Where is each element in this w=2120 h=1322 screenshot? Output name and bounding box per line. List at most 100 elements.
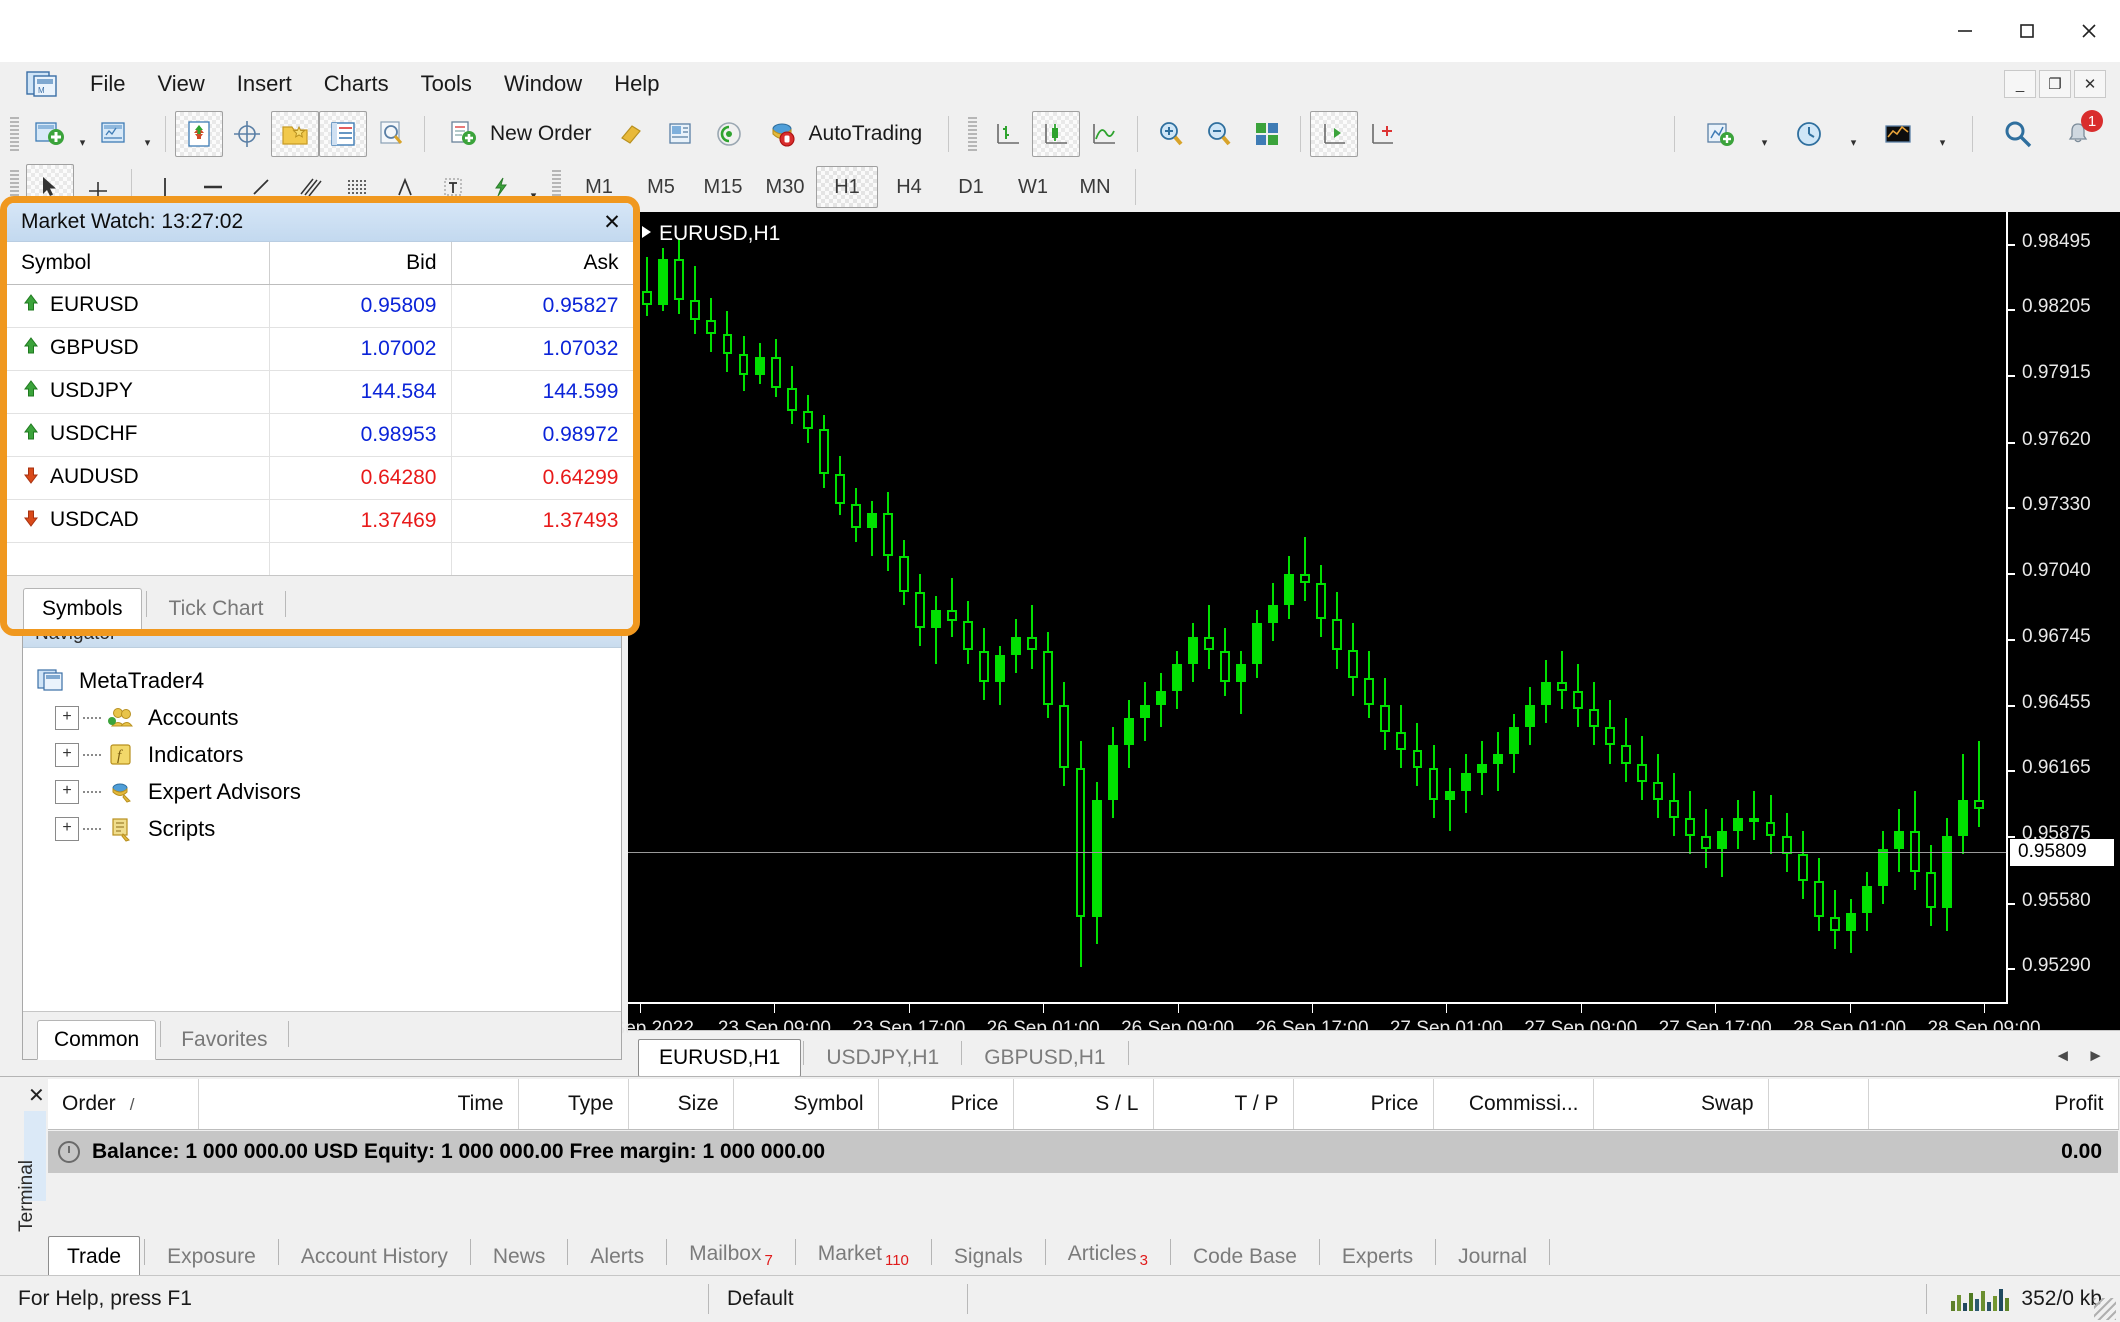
terminal-column-header[interactable]: Symbol bbox=[733, 1079, 878, 1130]
terminal-tab-code-base[interactable]: Code Base bbox=[1175, 1237, 1315, 1277]
terminal-column-header[interactable]: Time bbox=[198, 1079, 518, 1130]
symbol-cell[interactable]: USDJPY bbox=[7, 371, 269, 414]
terminal-tab-news[interactable]: News bbox=[475, 1237, 564, 1277]
period-dropdown-icon[interactable]: ▾ bbox=[1845, 105, 1862, 163]
market-watch-row[interactable]: EURUSD0.958090.95827 bbox=[7, 285, 633, 328]
auto-scroll-icon[interactable] bbox=[1310, 111, 1358, 157]
market-watch-tab-symbols[interactable]: Symbols bbox=[23, 588, 142, 630]
chart-tab-scroll-right[interactable]: ► bbox=[2087, 1046, 2104, 1066]
expander-icon[interactable]: + bbox=[55, 780, 79, 804]
price-axis[interactable]: 0.984950.982050.979150.976200.973300.970… bbox=[2006, 212, 2120, 1002]
strategy-tester-icon[interactable] bbox=[367, 111, 415, 157]
templates-dropdown-icon[interactable]: ▾ bbox=[1934, 105, 1951, 163]
profiles-dropdown-icon[interactable]: ▾ bbox=[139, 105, 156, 163]
terminal-tab-account-history[interactable]: Account History bbox=[283, 1237, 466, 1277]
terminal-column-header[interactable]: Profit bbox=[1868, 1079, 2118, 1130]
symbol-cell[interactable]: AUDUSD bbox=[7, 457, 269, 500]
terminal-tab-journal[interactable]: Journal bbox=[1440, 1237, 1545, 1277]
terminal-column-header[interactable]: Swap bbox=[1593, 1079, 1768, 1130]
timeframe-m15[interactable]: M15 bbox=[692, 166, 754, 208]
terminal-tab-signals[interactable]: Signals bbox=[936, 1237, 1041, 1277]
close-button[interactable] bbox=[2058, 0, 2120, 62]
terminal-tab-exposure[interactable]: Exposure bbox=[149, 1237, 274, 1277]
chart-panel[interactable]: EURUSD,H1 0.984950.982050.979150.976200.… bbox=[628, 212, 2120, 1062]
timeframe-m5[interactable]: M5 bbox=[630, 166, 692, 208]
navigator-item-scripts[interactable]: + Scripts bbox=[37, 810, 621, 847]
timeframe-d1[interactable]: D1 bbox=[940, 166, 1002, 208]
indicators-dropdown-icon[interactable]: ▾ bbox=[1756, 105, 1773, 163]
chart-tab-scroll-left[interactable]: ◄ bbox=[2054, 1046, 2071, 1066]
terminal-tab-articles[interactable]: Articles3 bbox=[1050, 1234, 1166, 1277]
terminal-tab-experts[interactable]: Experts bbox=[1324, 1237, 1431, 1277]
terminal-column-header[interactable]: Type bbox=[518, 1079, 628, 1130]
terminal-column-header[interactable]: Commissi... bbox=[1433, 1079, 1593, 1130]
timeframe-m30[interactable]: M30 bbox=[754, 166, 816, 208]
market-watch-icon[interactable] bbox=[175, 111, 223, 157]
terminal-tab-alerts[interactable]: Alerts bbox=[572, 1237, 662, 1277]
symbol-cell[interactable]: USDCAD bbox=[7, 500, 269, 543]
menu-help[interactable]: Help bbox=[598, 66, 675, 102]
symbol-cell[interactable]: EURUSD bbox=[7, 285, 269, 328]
menu-file[interactable]: File bbox=[74, 66, 141, 102]
toolbar-grip[interactable] bbox=[10, 117, 19, 151]
period-icon[interactable] bbox=[1785, 111, 1833, 157]
terminal-column-header[interactable]: T / P bbox=[1153, 1079, 1293, 1130]
column-header-ask[interactable]: Ask bbox=[451, 242, 633, 285]
navigator-tree[interactable]: MetaTrader4 + Accounts bbox=[23, 648, 621, 847]
timeframe-h4[interactable]: H4 bbox=[878, 166, 940, 208]
symbol-cell[interactable]: GBPUSD bbox=[7, 328, 269, 371]
signals-icon[interactable] bbox=[705, 111, 753, 157]
minimize-button[interactable] bbox=[1934, 0, 1996, 62]
expander-icon[interactable]: + bbox=[55, 743, 79, 767]
menu-insert[interactable]: Insert bbox=[221, 66, 308, 102]
zoom-out-icon[interactable] bbox=[1195, 111, 1243, 157]
menu-window[interactable]: Window bbox=[488, 66, 598, 102]
terminal-tab-market[interactable]: Market110 bbox=[800, 1234, 927, 1277]
alerts-icon[interactable]: 1 bbox=[2054, 111, 2102, 157]
navigator-tab-favorites[interactable]: Favorites bbox=[165, 1021, 283, 1059]
market-watch-row[interactable]: GBPUSD1.070021.07032 bbox=[7, 328, 633, 371]
menu-charts[interactable]: Charts bbox=[308, 66, 405, 102]
market-watch-table[interactable]: Symbol Bid Ask EURUSD0.958090.95827GBPUS… bbox=[7, 242, 634, 586]
terminal-close-icon[interactable]: ✕ bbox=[28, 1083, 45, 1108]
tile-windows-icon[interactable] bbox=[1243, 111, 1291, 157]
navigator-root[interactable]: MetaTrader4 bbox=[37, 662, 621, 699]
resize-grip[interactable] bbox=[2094, 1298, 2116, 1320]
navigator-panel[interactable]: Navigator ⋯ MetaTrader4 + bbox=[22, 620, 622, 1060]
terminal-tab-trade[interactable]: Trade bbox=[48, 1236, 140, 1278]
navigator-item-expert-advisors[interactable]: + Expert Advisors bbox=[37, 773, 621, 810]
symbol-cell[interactable]: USDCHF bbox=[7, 414, 269, 457]
search-icon[interactable] bbox=[1994, 111, 2042, 157]
navigator-item-accounts[interactable]: + Accounts bbox=[37, 699, 621, 736]
chart-shift-icon[interactable] bbox=[1358, 111, 1406, 157]
market-watch-tab-tick-chart[interactable]: Tick Chart bbox=[151, 589, 282, 629]
terminal-column-header[interactable]: S / L bbox=[1013, 1079, 1153, 1130]
candlestick-chart-icon[interactable] bbox=[1032, 111, 1080, 157]
column-header-symbol[interactable]: Symbol bbox=[7, 242, 269, 285]
autotrading-button[interactable]: AutoTrading bbox=[753, 111, 940, 157]
maximize-button[interactable] bbox=[1996, 0, 2058, 62]
market-watch-row[interactable]: USDJPY144.584144.599 bbox=[7, 371, 633, 414]
data-window-icon[interactable] bbox=[223, 111, 271, 157]
market-watch-panel[interactable]: Market Watch: 13:27:02 ✕ Symbol Bid Ask … bbox=[0, 196, 640, 636]
navigator-item-indicators[interactable]: + f Indicators bbox=[37, 736, 621, 773]
expander-icon[interactable]: + bbox=[55, 706, 79, 730]
indicators-icon[interactable] bbox=[1696, 111, 1744, 157]
expander-icon[interactable]: + bbox=[55, 817, 79, 841]
menu-tools[interactable]: Tools bbox=[405, 66, 488, 102]
profiles-icon[interactable] bbox=[91, 111, 139, 157]
new-chart-dropdown-icon[interactable]: ▾ bbox=[74, 105, 91, 163]
timeframe-w1[interactable]: W1 bbox=[1002, 166, 1064, 208]
column-header-bid[interactable]: Bid bbox=[269, 242, 451, 285]
zoom-in-icon[interactable] bbox=[1147, 111, 1195, 157]
chart-tab-usdjpy[interactable]: USDJPY,H1 bbox=[806, 1040, 959, 1076]
terminal-column-header[interactable] bbox=[1768, 1079, 1868, 1130]
terminal-column-header[interactable]: Size bbox=[628, 1079, 733, 1130]
mdi-restore-button[interactable]: ❐ bbox=[2039, 70, 2071, 98]
chart-tab-eurusd[interactable]: EURUSD,H1 bbox=[638, 1039, 801, 1077]
new-order-button[interactable]: New Order bbox=[434, 111, 609, 157]
toolbar-grip[interactable] bbox=[968, 117, 977, 151]
mdi-close-button[interactable]: ✕ bbox=[2074, 70, 2106, 98]
market-watch-close-icon[interactable]: ✕ bbox=[597, 208, 627, 236]
metaeditor-icon[interactable] bbox=[609, 111, 657, 157]
